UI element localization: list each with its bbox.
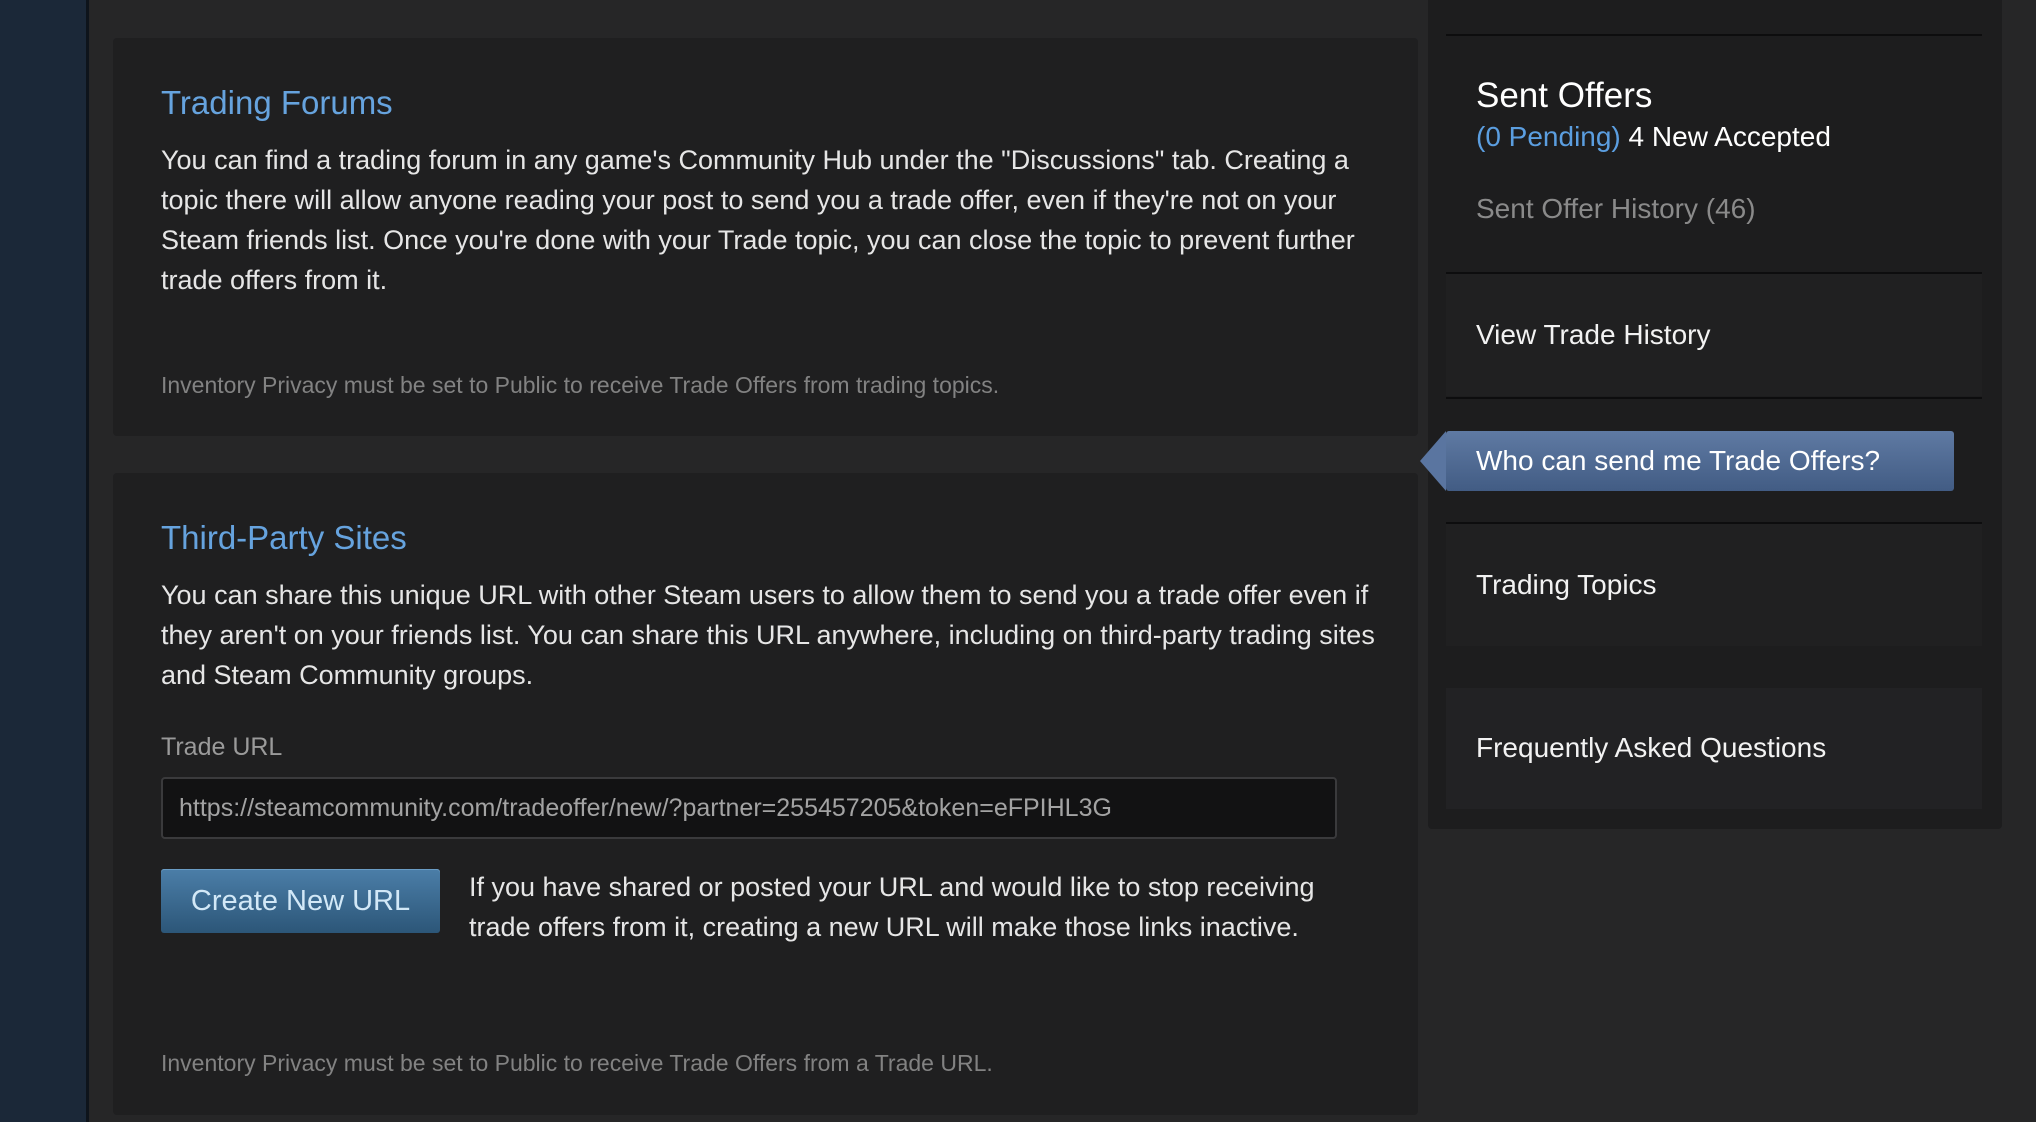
trading-topics-item[interactable]: Trading Topics [1446,524,1982,646]
sent-offers-status: (0 Pending) 4 New Accepted [1476,121,1831,153]
who-can-send-label: Who can send me Trade Offers? [1476,445,1881,476]
sidebar-divider [1446,397,1982,399]
trading-forums-privacy-note: Inventory Privacy must be set to Public … [161,372,1000,398]
main-content: Trading Forums You can find a trading fo… [89,0,1418,1122]
trade-offers-page: Trading Forums You can find a trading fo… [89,0,2036,1122]
view-trade-history-item[interactable]: View Trade History [1446,274,1982,396]
trading-topics-link[interactable]: Trading Topics [1476,569,1657,601]
sent-offers-title[interactable]: Sent Offers [1476,76,1652,116]
who-can-send-item[interactable]: Who can send me Trade Offers? [1420,431,1954,491]
new-accepted-count[interactable]: 4 New Accepted [1629,121,1831,152]
trade-url-privacy-note: Inventory Privacy must be set to Public … [161,1050,993,1076]
trade-url-input[interactable] [161,777,1337,839]
third-party-sites-description: You can share this unique URL with other… [161,580,1375,690]
faq-item[interactable]: Frequently Asked Questions [1446,688,1982,809]
faq-link[interactable]: Frequently Asked Questions [1476,732,1826,764]
sent-offer-history-link[interactable]: Sent Offer History (46) [1476,193,1756,225]
trade-sidebar: Sent Offers (0 Pending) 4 New Accepted S… [1420,0,2002,829]
trading-forums-panel: Trading Forums You can find a trading fo… [113,38,1418,436]
create-new-url-button[interactable]: Create New URL [161,869,440,933]
trading-forums-description: You can find a trading forum in any game… [161,145,1355,295]
trading-forums-title: Trading Forums [161,84,393,121]
third-party-sites-title: Third-Party Sites [161,519,407,556]
left-gutter [0,0,86,1122]
sidebar-divider [1446,34,1982,36]
pending-offers-link[interactable]: (0 Pending) [1476,121,1621,152]
create-new-url-note: If you have shared or posted your URL an… [469,872,1315,942]
active-pointer-arrow [1420,431,1446,491]
third-party-sites-panel: Third-Party Sites You can share this uni… [113,473,1418,1115]
trade-url-label: Trade URL [161,733,283,761]
view-trade-history-link[interactable]: View Trade History [1476,319,1710,351]
